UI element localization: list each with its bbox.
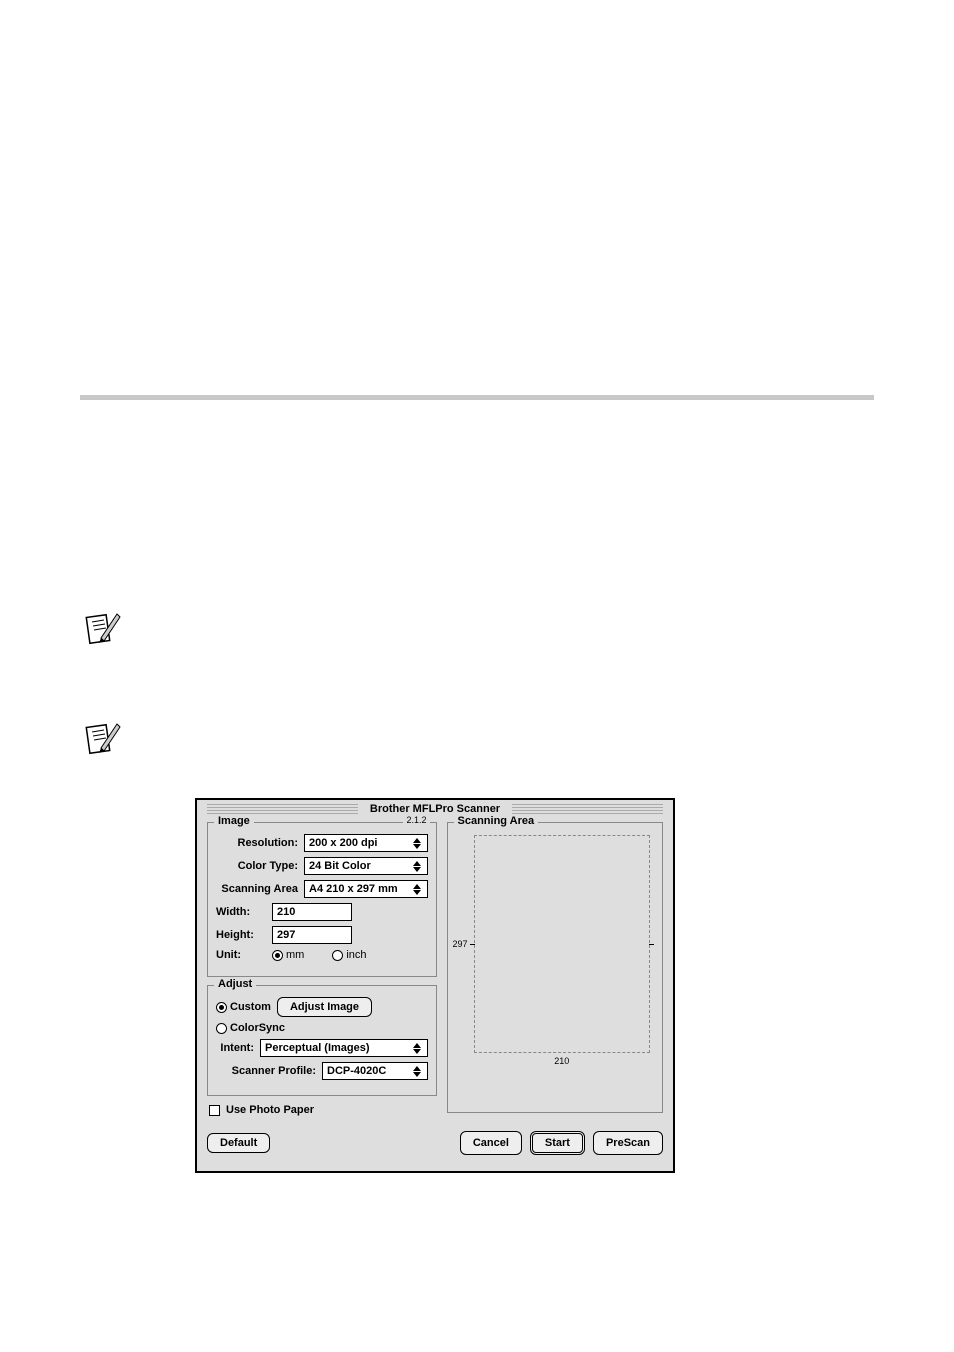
adjust-image-label: Adjust Image: [290, 1001, 359, 1013]
default-button[interactable]: Default: [207, 1133, 270, 1153]
scanning-area-panel-label: Scanning Area: [454, 815, 539, 827]
radio-unselected-icon: [216, 1023, 227, 1034]
intent-label: Intent:: [216, 1042, 254, 1054]
titlebar-lines: [207, 804, 358, 814]
prescan-button[interactable]: PreScan: [593, 1131, 663, 1155]
updown-icon: [413, 860, 423, 872]
custom-radio[interactable]: Custom: [216, 1001, 271, 1013]
width-input[interactable]: 210: [272, 903, 352, 921]
unit-inch-radio[interactable]: inch: [332, 949, 366, 961]
scanner-profile-value: DCP-4020C: [327, 1065, 386, 1077]
scanning-area-panel: Scanning Area 297 210: [447, 822, 664, 1113]
height-label: Height:: [216, 929, 266, 941]
height-input[interactable]: 297: [272, 926, 352, 944]
radio-unselected-icon: [332, 950, 343, 961]
start-button-label: Start: [545, 1137, 570, 1149]
unit-mm-radio[interactable]: mm: [272, 949, 304, 961]
scanning-area-select[interactable]: A4 210 x 297 mm: [304, 880, 428, 898]
adjust-group: Adjust Custom Adjust Image: [207, 985, 437, 1096]
image-group-label: Image: [214, 815, 254, 827]
note-pencil-icon: [85, 608, 121, 648]
colortype-select[interactable]: 24 Bit Color: [304, 857, 428, 875]
photo-paper-row[interactable]: Use Photo Paper: [209, 1104, 437, 1116]
tick-mark: [649, 944, 654, 945]
image-group: Image 2.1.2 Resolution: 200 x 200 dpi Co…: [207, 822, 437, 977]
updown-icon: [413, 837, 423, 849]
note-pencil-icon: [85, 718, 121, 758]
colortype-value: 24 Bit Color: [309, 860, 371, 872]
photo-paper-label: Use Photo Paper: [226, 1104, 314, 1116]
width-value: 210: [277, 906, 295, 918]
colortype-label: Color Type:: [216, 860, 298, 872]
resolution-value: 200 x 200 dpi: [309, 837, 378, 849]
scanner-profile-select[interactable]: DCP-4020C: [322, 1062, 428, 1080]
version-label: 2.1.2: [403, 815, 429, 825]
updown-icon: [413, 883, 423, 895]
ruler-v-label: 297: [453, 939, 468, 949]
scanner-profile-label: Scanner Profile:: [216, 1065, 316, 1077]
colorsync-label: ColorSync: [230, 1022, 285, 1034]
custom-label: Custom: [230, 1001, 271, 1013]
start-button[interactable]: Start: [530, 1131, 585, 1155]
ruler-h-label: 210: [475, 1056, 650, 1066]
note-row-1: [85, 608, 954, 648]
unit-inch-label: inch: [346, 949, 366, 961]
updown-icon: [413, 1042, 423, 1054]
prescan-button-label: PreScan: [606, 1137, 650, 1149]
dialog-title: Brother MFLPro Scanner: [364, 803, 506, 815]
width-label: Width:: [216, 906, 266, 918]
scanning-area-label: Scanning Area: [216, 883, 298, 895]
resolution-select[interactable]: 200 x 200 dpi: [304, 834, 428, 852]
adjust-group-label: Adjust: [214, 978, 256, 990]
dialog-titlebar: Brother MFLPro Scanner: [201, 802, 669, 816]
scanner-dialog: Brother MFLPro Scanner Image 2.1.2 Resol…: [195, 798, 675, 1173]
checkbox-unchecked-icon: [209, 1105, 220, 1116]
scanning-area-value: A4 210 x 297 mm: [309, 883, 398, 895]
default-button-label: Default: [220, 1137, 257, 1149]
colorsync-radio[interactable]: ColorSync: [216, 1022, 285, 1034]
titlebar-lines: [512, 804, 663, 814]
adjust-image-button[interactable]: Adjust Image: [277, 997, 372, 1017]
radio-selected-icon: [216, 1002, 227, 1013]
updown-icon: [413, 1065, 423, 1077]
horizontal-divider: [80, 395, 874, 400]
height-value: 297: [277, 929, 295, 941]
tick-mark: [470, 944, 475, 945]
preview-area[interactable]: 297 210: [474, 835, 651, 1053]
cancel-button[interactable]: Cancel: [460, 1131, 522, 1155]
intent-select[interactable]: Perceptual (Images): [260, 1039, 428, 1057]
cancel-button-label: Cancel: [473, 1137, 509, 1149]
note-row-2: [85, 718, 954, 758]
radio-selected-icon: [272, 950, 283, 961]
resolution-label: Resolution:: [216, 837, 298, 849]
unit-label: Unit:: [216, 949, 266, 961]
intent-value: Perceptual (Images): [265, 1042, 370, 1054]
unit-mm-label: mm: [286, 949, 304, 961]
